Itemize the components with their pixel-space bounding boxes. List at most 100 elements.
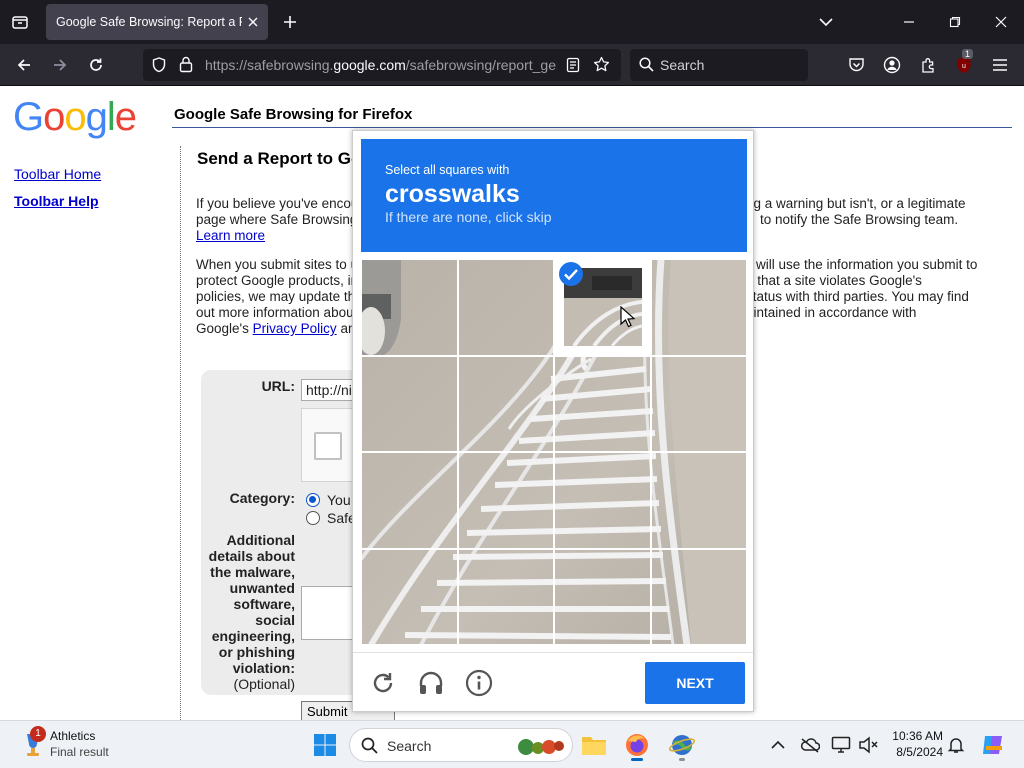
new-tab-icon[interactable]: [278, 10, 302, 34]
challenge-tile[interactable]: [458, 549, 555, 646]
challenge-tile[interactable]: [458, 452, 555, 549]
address-bar[interactable]: https://safebrowsing.google.com/safebrow…: [143, 49, 621, 81]
challenge-footer: NEXT: [353, 652, 753, 712]
taskbar-search[interactable]: Search: [349, 728, 573, 762]
bookmark-star-icon[interactable]: [593, 56, 610, 78]
optional-label: (Optional): [233, 676, 295, 692]
privacy-policy-link[interactable]: Privacy Policy: [253, 321, 337, 336]
pocket-icon[interactable]: [842, 51, 870, 79]
challenge-tile[interactable]: [361, 356, 458, 453]
logo-letter: l: [106, 95, 116, 139]
category-radio-phishing[interactable]: [306, 493, 320, 507]
tab-title: Google Safe Browsing: Report a Phishing …: [56, 15, 242, 29]
svg-text:u: u: [962, 63, 966, 70]
globe-app-icon[interactable]: [664, 727, 700, 763]
challenge-tile[interactable]: [458, 259, 555, 356]
widget-subtitle[interactable]: Final result: [50, 745, 109, 759]
weather-widget-icon[interactable]: 1: [18, 726, 48, 760]
challenge-subtext: If there are none, click skip: [385, 209, 552, 225]
close-window-icon[interactable]: [987, 8, 1015, 36]
copilot-icon[interactable]: [979, 731, 1007, 759]
url-text[interactable]: https://safebrowsing.google.com/safebrow…: [205, 57, 557, 73]
extension-badge: 1: [962, 49, 974, 59]
submission-line: e that a site violates Google's: [746, 273, 922, 288]
challenge-tile[interactable]: [361, 259, 458, 356]
list-all-tabs-icon[interactable]: [812, 8, 840, 36]
url-label: URL:: [261, 378, 295, 394]
submission-paragraph-right: will use the information you submit to e…: [746, 257, 977, 321]
details-label: Additional details about the malware, un…: [196, 532, 295, 692]
weather-badge: 1: [30, 726, 46, 742]
forward-icon[interactable]: [46, 51, 74, 79]
widget-title[interactable]: Athletics: [50, 729, 95, 743]
chevron-up-icon[interactable]: [767, 734, 789, 756]
lock-icon[interactable]: [179, 56, 193, 78]
challenge-tile[interactable]: [361, 452, 458, 549]
search-bar[interactable]: Search: [630, 49, 808, 81]
firefox-active-indicator: [631, 758, 643, 761]
url-prefix: https://safebrowsing.: [205, 57, 334, 73]
reader-view-icon[interactable]: [566, 57, 580, 78]
intro-line: to notify the Safe Browsing team.: [760, 212, 959, 227]
back-icon[interactable]: [10, 51, 38, 79]
challenge-tile[interactable]: [651, 356, 748, 453]
learn-more-link[interactable]: Learn more: [196, 228, 265, 243]
audio-challenge-icon[interactable]: [415, 667, 447, 699]
category-option-label: You: [327, 492, 351, 508]
category-radio-malware[interactable]: [306, 511, 320, 525]
page-heading: Send a Report to Go: [197, 149, 362, 168]
restore-icon[interactable]: [941, 8, 969, 36]
logo-letter: o: [43, 95, 65, 139]
close-tab-icon[interactable]: [244, 13, 262, 31]
active-tab[interactable]: Google Safe Browsing: Report a Phishing …: [46, 4, 268, 40]
clock-time[interactable]: 10:36 AM: [889, 729, 943, 743]
submission-line: out more information about: [196, 305, 358, 320]
start-icon[interactable]: [307, 727, 343, 763]
intro-paragraph-left: If you believe you've encour page where …: [196, 196, 363, 244]
windows-taskbar: 1 Athletics Final result Search 10:36 AM…: [0, 720, 1024, 768]
menu-icon[interactable]: [986, 51, 1014, 79]
search-icon: [639, 57, 654, 77]
account-icon[interactable]: [878, 51, 906, 79]
sidebar-link-toolbar-home[interactable]: Toolbar Home: [14, 166, 101, 182]
info-icon[interactable]: [463, 667, 495, 699]
challenge-tile[interactable]: [361, 549, 458, 646]
search-icon: [361, 737, 378, 759]
challenge-tile[interactable]: [554, 452, 651, 549]
challenge-tile[interactable]: [554, 549, 651, 646]
logo-letter: o: [64, 95, 86, 139]
clock-date[interactable]: 8/5/2024: [889, 745, 943, 759]
recaptcha-checkbox[interactable]: [314, 432, 342, 460]
submission-line: status with third parties. You may find: [746, 289, 969, 304]
volume-muted-icon[interactable]: [857, 734, 879, 756]
details-label-line: engineering,: [211, 628, 295, 644]
firefox-icon[interactable]: [619, 727, 655, 763]
details-label-line: or phishing: [218, 644, 295, 660]
google-logo: Google: [13, 95, 137, 140]
notification-bell-icon[interactable]: [945, 734, 967, 756]
tab-list-icon[interactable]: [6, 8, 34, 36]
details-label-line: software,: [233, 596, 295, 612]
details-label-line: Additional: [226, 532, 295, 548]
next-button[interactable]: NEXT: [645, 662, 745, 704]
minimize-icon[interactable]: [895, 8, 923, 36]
shield-icon[interactable]: [151, 57, 167, 78]
challenge-tile-selected[interactable]: [554, 259, 651, 356]
reload-icon[interactable]: [82, 51, 110, 79]
display-icon[interactable]: [830, 734, 852, 756]
challenge-tile[interactable]: [651, 259, 748, 356]
intro-line: If you believe you've encour: [196, 196, 363, 211]
taskbar-search-placeholder: Search: [387, 738, 432, 754]
challenge-tile[interactable]: [651, 549, 748, 646]
extensions-icon[interactable]: [914, 51, 942, 79]
submission-paragraph-left: When you submit sites to u protect Googl…: [196, 257, 358, 337]
reload-challenge-icon[interactable]: [367, 667, 399, 699]
sidebar-link-toolbar-help[interactable]: Toolbar Help: [14, 193, 99, 209]
challenge-tile[interactable]: [554, 356, 651, 453]
details-label-line: unwanted: [229, 580, 295, 596]
challenge-tile[interactable]: [651, 452, 748, 549]
onedrive-icon[interactable]: [799, 734, 821, 756]
logo-letter: g: [85, 95, 108, 139]
challenge-tile[interactable]: [458, 356, 555, 453]
file-explorer-icon[interactable]: [576, 727, 612, 763]
